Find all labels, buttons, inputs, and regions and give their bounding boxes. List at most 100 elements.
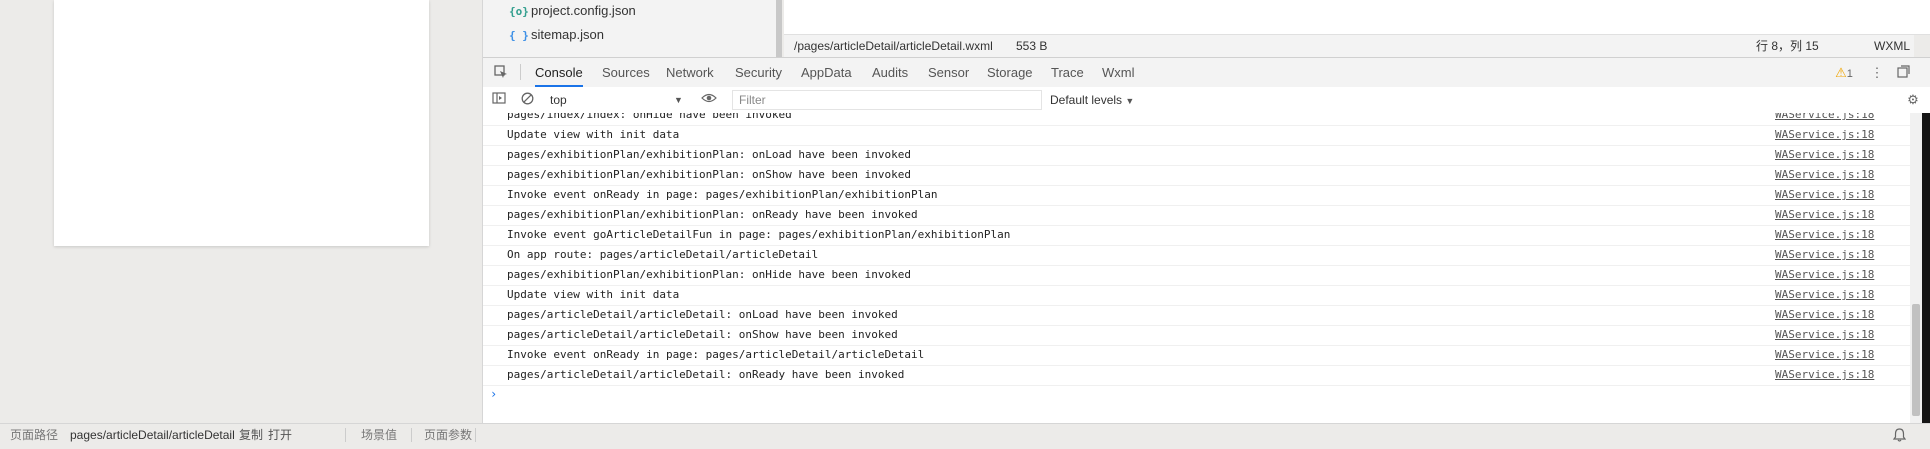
inspect-icon[interactable] <box>493 65 509 81</box>
page-path-label: 页面路径 <box>10 428 59 442</box>
json-config-icon: {o} <box>509 5 529 18</box>
tab-audits[interactable]: Audits <box>872 58 908 87</box>
warning-icon: ⚠ <box>1835 65 1847 80</box>
chevron-down-icon: ▼ <box>1125 96 1135 106</box>
clear-icon[interactable] <box>519 92 535 108</box>
console-prompt[interactable]: › <box>490 387 497 401</box>
log-source-link[interactable]: WAService.js:18 <box>1775 268 1874 281</box>
bell-icon[interactable] <box>1892 427 1907 449</box>
log-row: Invoke event onReady in page: pages/exhi… <box>483 185 1910 206</box>
log-row: Invoke event onReady in page: pages/arti… <box>483 345 1910 366</box>
log-source-link[interactable]: WAService.js:18 <box>1775 188 1874 201</box>
json-file-icon: { } <box>509 29 529 42</box>
log-message: pages/articleDetail/articleDetail: onRea… <box>507 368 905 381</box>
log-row: pages/articleDetail/articleDetail: onLoa… <box>483 305 1910 326</box>
language-mode[interactable]: WXML <box>1874 35 1910 57</box>
log-message: On app route: pages/articleDetail/articl… <box>507 248 819 261</box>
dock-icon[interactable] <box>1895 65 1911 81</box>
file-tree-scrollbar[interactable] <box>776 0 782 57</box>
log-message: pages/articleDetail/articleDetail: onLoa… <box>507 308 898 321</box>
divider <box>475 428 476 442</box>
log-message: Invoke event goArticleDetailFun in page:… <box>507 228 1011 241</box>
log-source-link[interactable]: WAService.js:18 <box>1775 248 1874 261</box>
log-message: pages/exhibitionPlan/exhibitionPlan: onL… <box>507 148 911 161</box>
gear-icon[interactable]: ⚙ <box>1905 92 1921 108</box>
log-source-link[interactable]: WAService.js:18 <box>1775 113 1874 121</box>
log-row: pages/exhibitionPlan/exhibitionPlan: onH… <box>483 265 1910 286</box>
divider <box>411 428 412 442</box>
log-message: pages/exhibitionPlan/exhibitionPlan: onS… <box>507 168 911 181</box>
file-item-sitemap[interactable]: { } sitemap.json <box>509 24 604 46</box>
log-row: pages/exhibitionPlan/exhibitionPlan: onS… <box>483 165 1910 186</box>
log-source-link[interactable]: WAService.js:18 <box>1775 168 1874 181</box>
chevron-down-icon: ▼ <box>674 95 683 105</box>
log-message: pages/articleDetail/articleDetail: onSho… <box>507 328 898 341</box>
log-source-link[interactable]: WAService.js:18 <box>1775 128 1874 141</box>
sidebar-toggle-icon[interactable] <box>491 92 507 108</box>
file-item-label: sitemap.json <box>531 27 604 42</box>
log-message: Update view with init data <box>507 128 680 141</box>
bottom-status-bar: 页面路径 pages/articleDetail/articleDetail 复… <box>0 423 1930 446</box>
cursor-position[interactable]: 行 8，列 15 <box>1756 35 1819 57</box>
context-value: top <box>550 93 567 107</box>
log-message: pages/exhibitionPlan/exhibitionPlan: onH… <box>507 268 911 281</box>
log-row: pages/articleDetail/articleDetail: onSho… <box>483 325 1910 346</box>
log-row: Invoke event goArticleDetailFun in page:… <box>483 225 1910 246</box>
log-row: pages/exhibitionPlan/exhibitionPlan: onR… <box>483 205 1910 226</box>
warning-badge[interactable]: ⚠1 <box>1831 65 1857 81</box>
log-message: Invoke event onReady in page: pages/exhi… <box>507 188 938 201</box>
file-item-project-config[interactable]: {o} project.config.json <box>509 0 636 22</box>
file-path: /pages/articleDetail/articleDetail.wxml <box>794 39 993 53</box>
tab-storage[interactable]: Storage <box>987 58 1033 87</box>
log-message: pages/index/index: onHide have been invo… <box>507 113 792 121</box>
log-row: Update view with init data WAService.js:1… <box>483 125 1910 146</box>
log-source-link[interactable]: WAService.js:18 <box>1775 208 1874 221</box>
log-row: pages/articleDetail/articleDetail: onRea… <box>483 365 1910 386</box>
log-row: pages/exhibitionPlan/exhibitionPlan: onL… <box>483 145 1910 166</box>
tab-separator <box>520 64 521 80</box>
log-row: On app route: pages/articleDetail/articl… <box>483 245 1910 266</box>
tab-sources[interactable]: Sources <box>602 58 650 87</box>
tab-sensor[interactable]: Sensor <box>928 58 969 87</box>
log-message: pages/exhibitionPlan/exhibitionPlan: onR… <box>507 208 918 221</box>
scene-value-button[interactable]: 场景值 <box>361 424 397 446</box>
tab-trace[interactable]: Trace <box>1051 58 1084 87</box>
file-tree: {o} project.config.json { } sitemap.json <box>483 0 778 57</box>
levels-select[interactable]: Default levels ▼ <box>1050 90 1150 110</box>
window-edge <box>1922 113 1930 423</box>
log-source-link[interactable]: WAService.js:18 <box>1775 368 1874 381</box>
console-output: pages/index/index: onHide have been invo… <box>483 113 1910 423</box>
log-source-link[interactable]: WAService.js:18 <box>1775 308 1874 321</box>
log-source-link[interactable]: WAService.js:18 <box>1775 228 1874 241</box>
log-source-link[interactable]: WAService.js:18 <box>1775 148 1874 161</box>
tab-wxml[interactable]: Wxml <box>1102 58 1135 87</box>
tab-console[interactable]: Console <box>535 58 583 87</box>
page-path: pages/articleDetail/articleDetail <box>70 428 235 442</box>
log-source-link[interactable]: WAService.js:18 <box>1775 348 1874 361</box>
console-scrollbar-thumb[interactable] <box>1912 304 1920 416</box>
page-params-button[interactable]: 页面参数 <box>424 424 472 446</box>
eye-icon[interactable] <box>701 92 717 108</box>
code-editor[interactable] <box>784 0 1930 35</box>
file-size: 553 B <box>1016 39 1048 53</box>
context-select[interactable]: top ▼ <box>550 90 690 110</box>
open-button[interactable]: 打开 <box>268 424 292 446</box>
tab-network[interactable]: Network <box>666 58 714 87</box>
tab-appdata[interactable]: AppData <box>801 58 852 87</box>
copy-button[interactable]: 复制 <box>239 424 263 446</box>
warning-count: 1 <box>1846 68 1853 80</box>
devtools-tab-bar: Console Sources Network Security AppData… <box>483 57 1930 88</box>
more-icon[interactable]: ⋮ <box>1869 65 1885 81</box>
log-row: Update view with init data WAService.js:1… <box>483 285 1910 306</box>
tab-security[interactable]: Security <box>735 58 782 87</box>
console-toolbar: ⚙ <box>483 87 1930 114</box>
divider <box>345 428 346 442</box>
log-message: Update view with init data <box>507 288 680 301</box>
filter-input[interactable] <box>732 90 1042 110</box>
file-item-label: project.config.json <box>531 3 636 18</box>
log-source-link[interactable]: WAService.js:18 <box>1775 288 1874 301</box>
editor-status-bar: /pages/articleDetail/articleDetail.wxml … <box>784 35 1914 57</box>
levels-value: Default levels <box>1050 93 1123 107</box>
simulator-screen[interactable] <box>54 0 429 246</box>
log-source-link[interactable]: WAService.js:18 <box>1775 328 1874 341</box>
